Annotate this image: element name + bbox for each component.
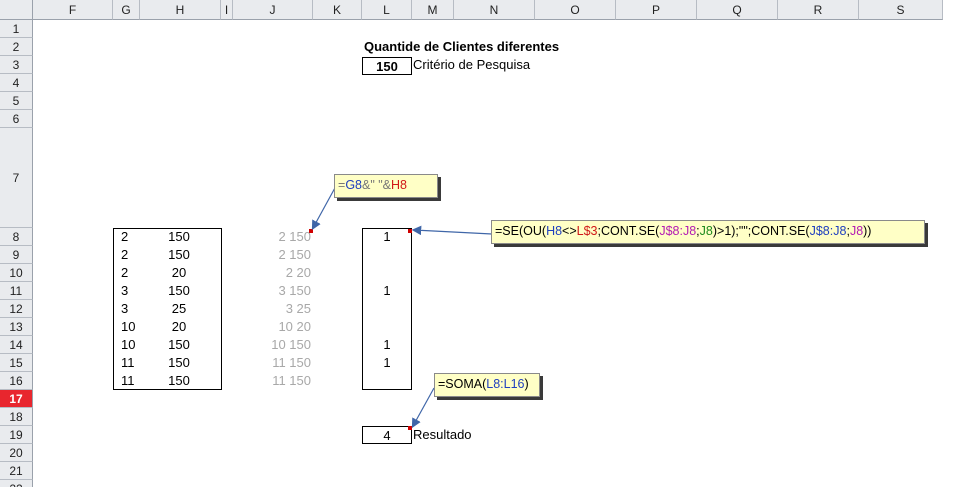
formula-token: G8 <box>345 178 362 192</box>
formula-token: =SOMA( <box>438 377 487 391</box>
formula-token: =SE(OU( <box>495 224 547 238</box>
comment-sum-formula[interactable]: =SOMA(L8:L16) <box>434 373 540 397</box>
formula-token: ;CONT.SE( <box>597 224 660 238</box>
formula-token: L8:L16 <box>486 377 525 391</box>
formula-token: )) <box>863 224 872 238</box>
formula-token: L$3 <box>576 224 598 238</box>
formula-token: <> <box>562 224 577 238</box>
arrow-concat <box>311 185 337 231</box>
formula-token: J8 <box>699 224 713 238</box>
formula-token: J$8:J8 <box>659 224 697 238</box>
formula-token: J$8:J8 <box>809 224 847 238</box>
formula-token: J8 <box>849 224 864 238</box>
formula-token: &" "& <box>362 178 392 192</box>
comment-count-formula[interactable]: =SE(OU(H8<>L$3;CONT.SE(J$8:J8;J8)>1);"";… <box>491 220 925 244</box>
arrow-sum <box>411 387 435 429</box>
arrow-formula <box>411 225 493 236</box>
spreadsheet-grid[interactable]: FGHIJKLMNOPQRS 1 2 3 4 5 6 7 8 9 10 11 12 13 14 15 16 17… <box>0 0 962 487</box>
formula-token: H8 <box>546 224 563 238</box>
comment-concat-formula[interactable]: =G8&" "&H8 <box>334 174 438 198</box>
formula-token: )>1);"";CONT.SE( <box>712 224 810 238</box>
formula-token: ) <box>524 377 529 391</box>
formula-token: H8 <box>391 178 408 192</box>
